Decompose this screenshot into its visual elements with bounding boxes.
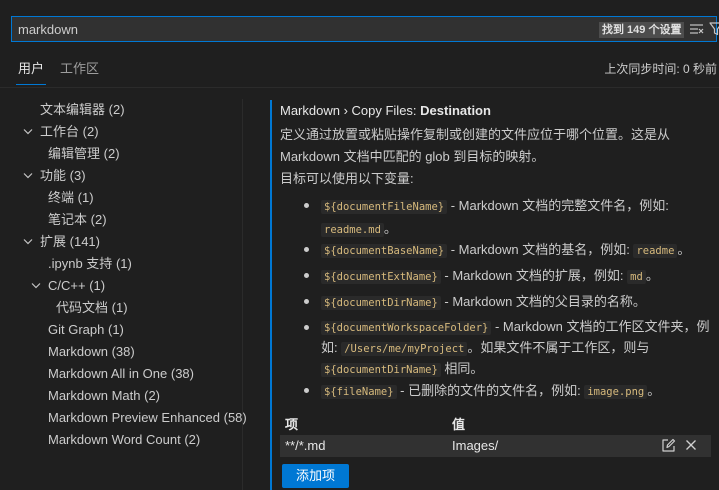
column-header-value: 值 [452, 417, 466, 432]
chevron-down-icon[interactable] [31, 282, 41, 290]
tree-item-features[interactable]: 功能 (3) [40, 166, 86, 186]
setting-title: Markdown › Copy Files: Destination [280, 103, 491, 118]
setting-description: 定义通过放置或粘贴操作复制或创建的文件应位于哪个位置。这是从 Markdown … [280, 127, 671, 164]
row-value: Images/ [452, 438, 499, 453]
list-item: ${documentFileName} - Markdown 文档的完整文件名，… [300, 195, 718, 239]
tree-item-markdown[interactable]: Markdown (38) [48, 342, 135, 362]
tree-item-text-editor[interactable]: 文本编辑器 (2) [40, 100, 125, 120]
tab-user[interactable]: 用户 [15, 60, 47, 85]
tabs-divider [0, 87, 719, 88]
tab-workspace[interactable]: 工作区 [60, 60, 99, 78]
list-item: ${documentDirName} - Markdown 文档的父目录的名称。 [300, 291, 718, 313]
list-item: ${fileName} - 已删除的文件的文件名，例如: image.png。 [300, 380, 718, 402]
tree-item-markdown-all-in-one[interactable]: Markdown All in One (38) [48, 364, 194, 384]
list-item: ${documentWorkspaceFolder} - Markdown 文档… [300, 317, 718, 379]
settings-search-box[interactable]: 找到 149 个设置 [11, 16, 719, 42]
tree-item-workbench[interactable]: 工作台 (2) [40, 122, 99, 142]
row-item: **/*.md [285, 438, 326, 453]
variables-intro: 目标可以使用以下变量: [280, 171, 414, 186]
table-row[interactable]: **/*.md Images/ [280, 435, 711, 457]
tree-item-editor-management[interactable]: 编辑管理 (2) [48, 144, 120, 164]
list-item: ${documentBaseName} - Markdown 文档的基名，例如:… [300, 239, 718, 261]
tree-item-markdown-word-count[interactable]: Markdown Word Count (2) [48, 430, 200, 450]
tree-item-markdown-math[interactable]: Markdown Math (2) [48, 386, 160, 406]
add-item-button[interactable]: 添加项 [282, 464, 349, 488]
tree-item-terminal[interactable]: 终端 (1) [48, 188, 94, 208]
tree-item-markdown-preview-enhanced[interactable]: Markdown Preview Enhanced (58) [48, 408, 247, 428]
close-icon[interactable] [685, 439, 697, 454]
tree-item-code-docs[interactable]: 代码文档 (1) [56, 298, 128, 318]
tree-item-ipynb[interactable]: .ipynb 支持 (1) [48, 254, 132, 274]
search-result-count: 找到 149 个设置 [599, 22, 685, 38]
focused-setting-indicator [270, 100, 272, 490]
filter-icon[interactable] [709, 22, 719, 39]
chevron-down-icon[interactable] [23, 128, 33, 136]
edit-icon[interactable] [661, 438, 676, 456]
list-item: ${documentExtName} - Markdown 文档的扩展，例如: … [300, 265, 718, 287]
column-header-item: 项 [285, 417, 299, 432]
clear-filter-icon[interactable] [690, 23, 704, 38]
tree-item-git-graph[interactable]: Git Graph (1) [48, 320, 124, 340]
chevron-down-icon[interactable] [23, 238, 33, 246]
table-header: 项 值 [280, 413, 711, 433]
sync-status: 上次同步时间: 0 秒前 [604, 62, 717, 76]
settings-search-input[interactable] [18, 20, 578, 38]
tree-item-cpp[interactable]: C/C++ (1) [48, 276, 105, 296]
tree-item-extensions[interactable]: 扩展 (141) [40, 232, 100, 252]
chevron-down-icon[interactable] [23, 172, 33, 180]
tree-divider [242, 99, 243, 490]
tree-item-notebook[interactable]: 笔记本 (2) [48, 210, 107, 230]
